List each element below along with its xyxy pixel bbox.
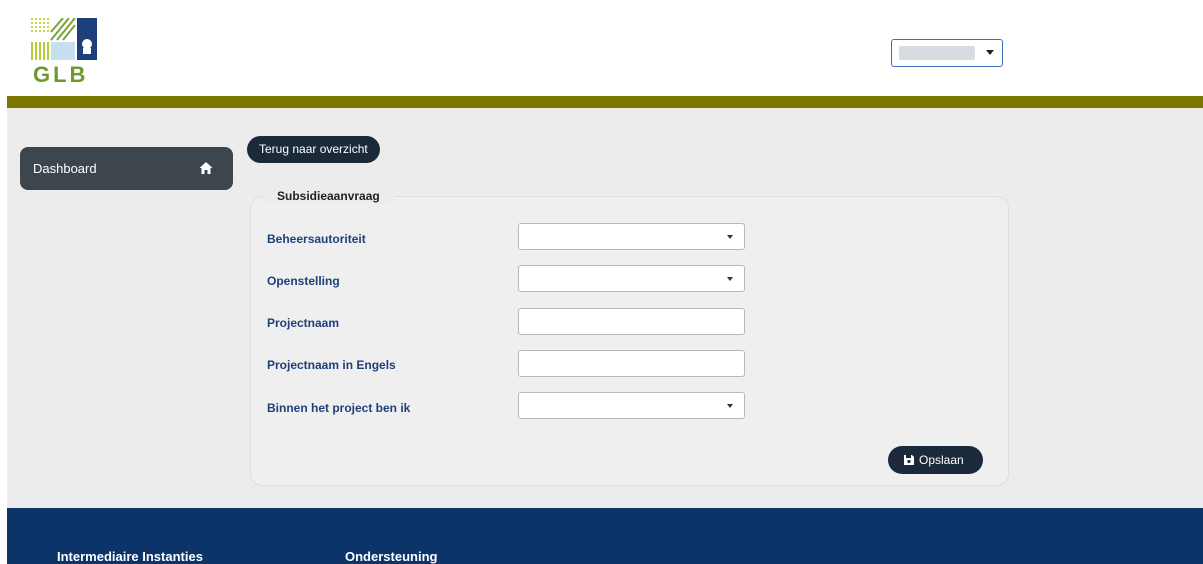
caret-down-icon — [727, 277, 733, 281]
footer-heading-intermediaire: Intermediaire Instanties — [57, 549, 203, 564]
floppy-disk-icon — [904, 455, 914, 465]
label-beheersautoriteit: Beheersautoriteit — [267, 232, 366, 246]
save-button[interactable]: Opslaan — [888, 446, 983, 474]
caret-down-icon — [727, 404, 733, 408]
user-select-value — [899, 46, 975, 60]
label-openstelling: Openstelling — [267, 274, 340, 288]
form-legend: Subsidieaanvraag — [263, 189, 394, 203]
caret-down-icon — [986, 50, 994, 55]
openstelling-select[interactable] — [518, 265, 745, 292]
logo-text: GLB — [33, 62, 89, 87]
back-to-overview-button[interactable]: Terug naar overzicht — [247, 136, 380, 163]
site-header: GLB — [0, 0, 1203, 96]
projectnaam-input[interactable] — [518, 308, 745, 335]
label-binnen-het-project: Binnen het project ben ik — [267, 401, 411, 415]
form-panel: Subsidieaanvraag Beheersautoriteit Opens… — [250, 189, 1009, 486]
main-content: Dashboard Terug naar overzicht Subsidiea… — [7, 108, 1203, 508]
label-projectnaam: Projectnaam — [267, 316, 340, 330]
site-footer: Intermediaire Instanties Ondersteuning — [7, 508, 1203, 564]
sidebar-item-label: Dashboard — [33, 161, 97, 176]
header-divider — [7, 96, 1203, 108]
home-icon — [199, 162, 213, 174]
user-select[interactable] — [891, 39, 1003, 67]
beheersautoriteit-select[interactable] — [518, 223, 745, 250]
save-button-label: Opslaan — [919, 453, 964, 467]
binnen-het-project-select[interactable] — [518, 392, 745, 419]
label-projectnaam-engels: Projectnaam in Engels — [267, 358, 396, 372]
projectnaam-engels-input[interactable] — [518, 350, 745, 377]
sidebar-item-dashboard[interactable]: Dashboard — [20, 147, 233, 190]
caret-down-icon — [727, 235, 733, 239]
footer-heading-ondersteuning: Ondersteuning — [345, 549, 438, 564]
